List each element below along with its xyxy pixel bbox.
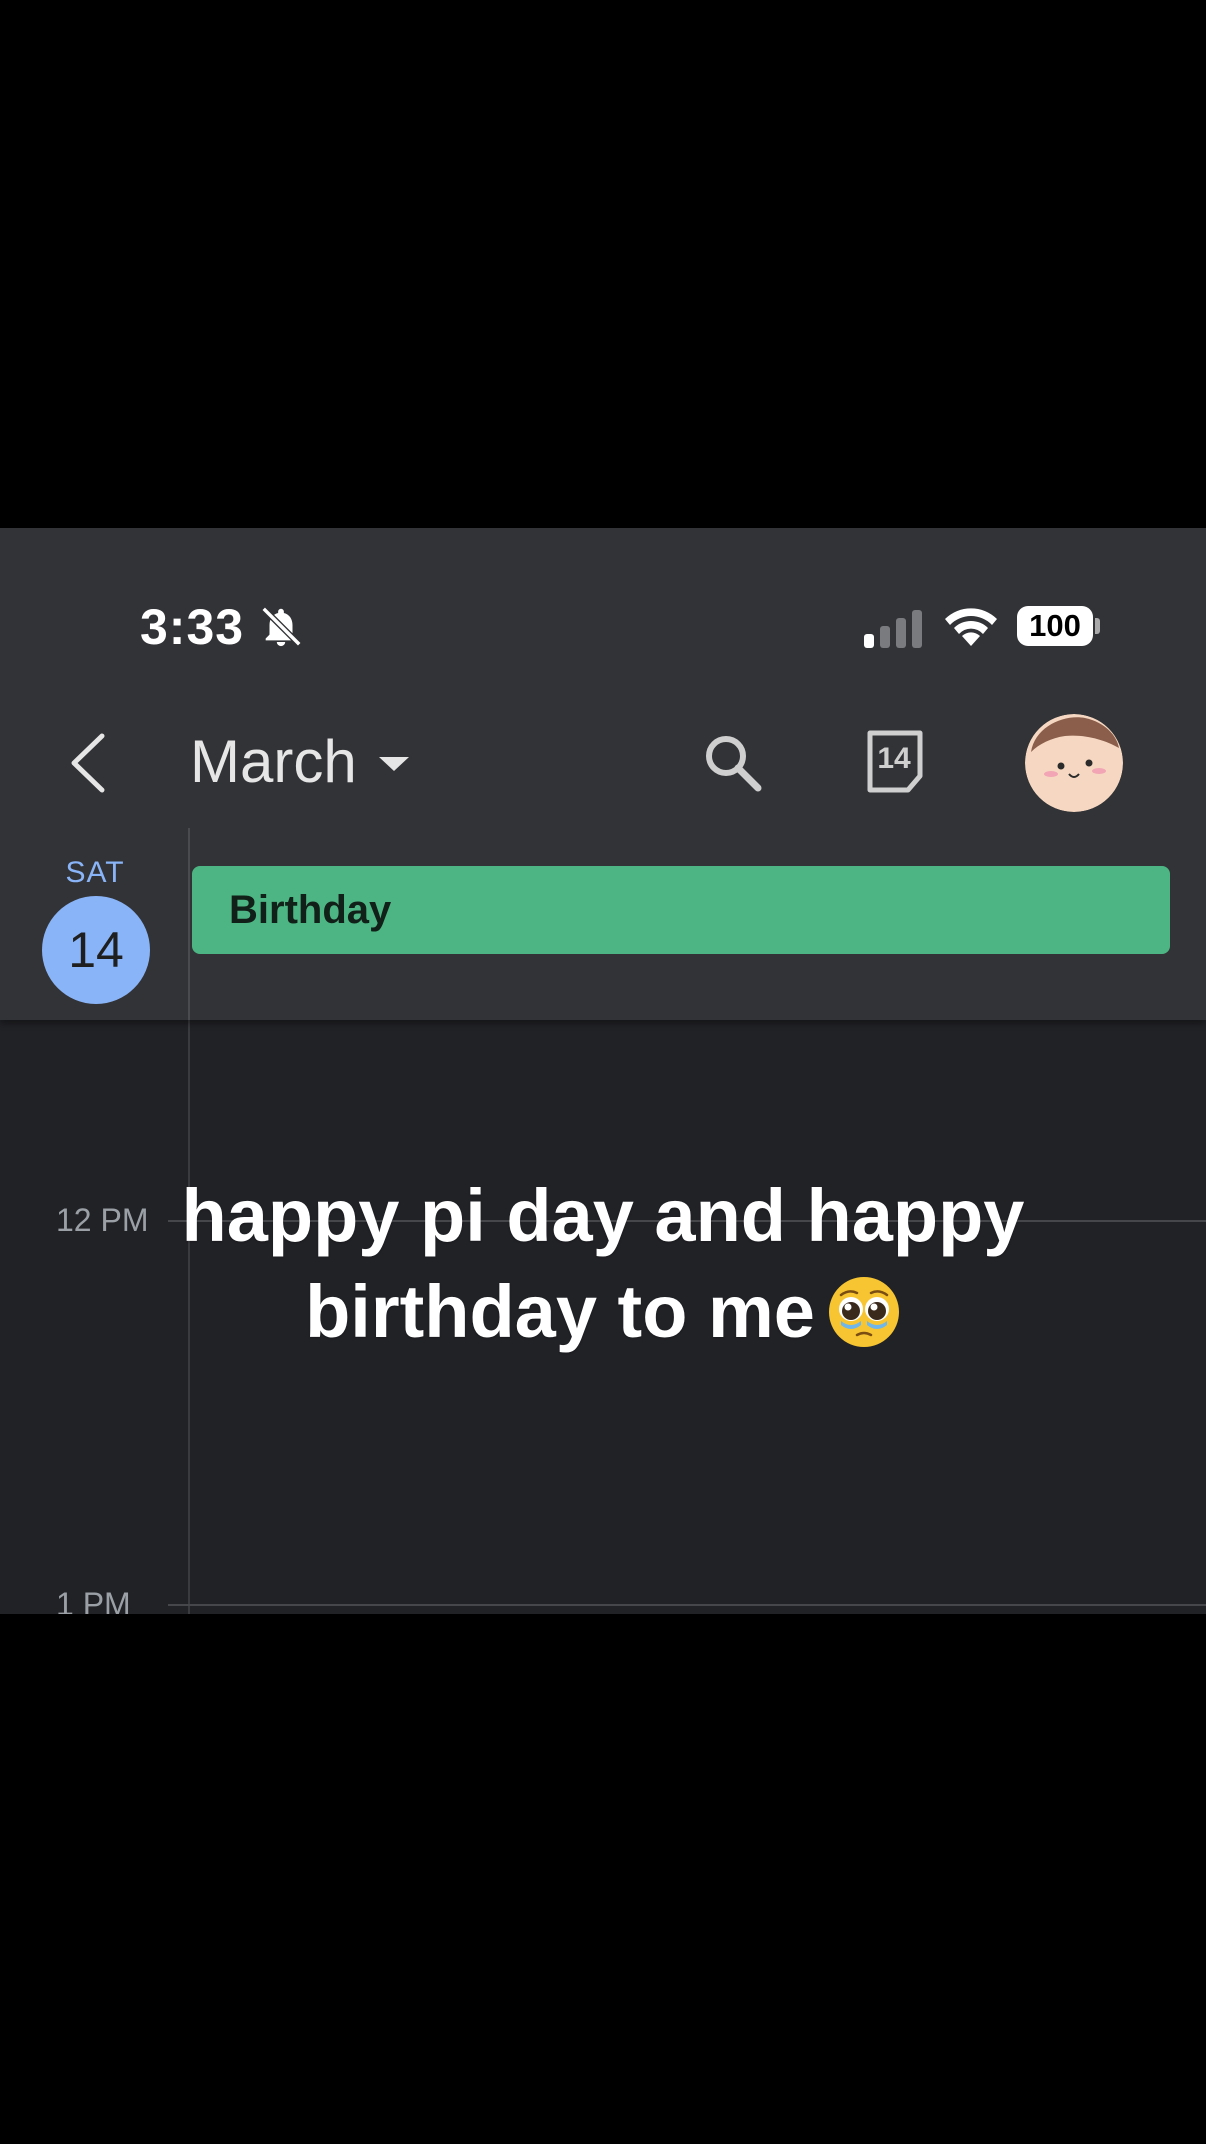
- calendar-header: 3:33 100 March 14 SAT 14 Birthday: [0, 528, 1206, 1020]
- status-time: 3:33: [140, 599, 245, 655]
- wifi-icon: [945, 608, 997, 646]
- month-label: March: [190, 727, 357, 795]
- search-icon[interactable]: [700, 730, 766, 796]
- caption-line-2: birthday to me: [0, 1264, 1206, 1360]
- caption-line-2-text: birthday to me: [305, 1270, 815, 1353]
- today-button[interactable]: 14: [864, 728, 928, 796]
- month-selector[interactable]: March: [190, 726, 409, 796]
- battery-indicator: 100: [1017, 606, 1093, 646]
- caption-overlay: happy pi day and happy birthday to me: [0, 1168, 1206, 1360]
- calendar-screen: 3:33 100 March 14 SAT 14 Birthday 12 PM …: [0, 528, 1206, 1614]
- back-chevron-icon[interactable]: [62, 728, 122, 798]
- caption-line-1: happy pi day and happy: [181, 1174, 1025, 1257]
- cellular-signal-icon: [864, 610, 922, 648]
- hour-line: [168, 1604, 1206, 1606]
- avatar-face-icon: [1025, 714, 1123, 812]
- bell-off-icon: [261, 606, 302, 647]
- pleading-face-emoji-icon: [828, 1277, 899, 1347]
- avatar[interactable]: [1025, 714, 1123, 812]
- column-divider: [188, 828, 190, 1020]
- today-day-number: 14: [877, 742, 911, 775]
- all-day-event-birthday[interactable]: Birthday: [192, 866, 1170, 954]
- dropdown-caret-icon: [378, 757, 409, 771]
- selected-date[interactable]: 14: [42, 896, 150, 1004]
- hour-label: 1 PM: [56, 1586, 131, 1614]
- day-of-week: SAT: [65, 856, 125, 889]
- battery-cap: [1095, 618, 1100, 634]
